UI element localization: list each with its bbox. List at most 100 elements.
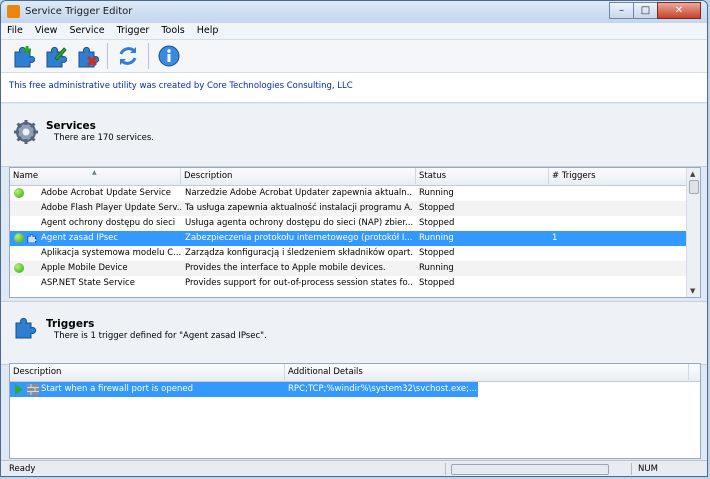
service-status: Running [419,263,454,273]
triggers-puzzle-icon [15,317,37,339]
column-additional-details[interactable]: Additional Details [285,364,689,380]
menu-view[interactable]: View [29,23,64,39]
menu-help[interactable]: Help [191,23,225,39]
scroll-thumb[interactable] [689,180,699,194]
service-trigger-count [552,216,682,231]
table-row[interactable]: Agent ochrony dostępu do sieci Usługa age… [10,216,688,231]
menu-bar: File View Service Trigger Tools Help [1,23,707,39]
table-row[interactable]: Adobe Flash Player Update Serv... Ta usłu… [10,201,688,216]
triggers-title: Triggers [46,318,95,330]
play-icon [15,384,23,395]
service-trigger-count: 1 [552,233,558,243]
service-description: Provides the interface to Apple mobile d… [185,263,386,273]
services-header: Services There are 170 services. [1,104,707,167]
info-icon [158,45,180,67]
table-row[interactable]: Apple Mobile Device Provides the interfac… [10,261,688,276]
service-trigger-count [552,201,682,216]
running-status-icon [14,233,24,243]
service-description: Narzedzie Adobe Acrobat Updater zapewnia… [185,188,413,198]
service-trigger-count [552,186,682,201]
app-window: Service Trigger Editor – □ ✕ File View S… [0,0,708,477]
service-status: Stopped [419,278,455,288]
service-description: Zarządza konfiguracją i śledzeniem skład… [185,248,413,258]
delete-trigger-button[interactable] [73,42,101,70]
maximize-button[interactable]: □ [633,2,658,19]
scroll-up-icon[interactable]: ▲ [690,170,695,178]
status-bar: Ready NUM [1,460,707,476]
status-text: Ready [9,464,36,474]
title-bar[interactable]: Service Trigger Editor – □ ✕ [1,1,707,23]
service-status: Stopped [419,203,455,213]
service-status: Stopped [419,248,455,258]
add-trigger-icon [14,46,35,68]
minimize-button[interactable]: – [609,2,634,19]
service-description: Zabezpieczenia protokołu internetowego (… [185,233,413,243]
menu-file[interactable]: File [1,23,29,39]
refresh-icon [119,47,137,65]
services-count: There are 170 services. [54,133,154,143]
table-row[interactable]: ASP.NET State Service Provides support fo… [10,276,688,291]
services-column-header: Name ▲ Description Status # Triggers [10,168,700,186]
menu-trigger[interactable]: Trigger [111,23,156,39]
service-status: Running [419,233,454,243]
toolbar-separator [148,43,149,69]
menu-service[interactable]: Service [63,23,110,39]
service-description: Provides support for out-of-process sess… [185,278,413,288]
scroll-down-icon[interactable]: ▼ [690,287,695,295]
add-trigger-button[interactable] [9,42,37,70]
column-status[interactable]: Status [416,168,549,184]
services-table: Name ▲ Description Status # Triggers Ado… [9,167,701,298]
service-name: Agent zasad IPsec [41,233,119,243]
refresh-button[interactable] [114,42,142,70]
column-name[interactable]: Name ▲ [10,168,181,184]
service-name: Apple Mobile Device [41,263,128,273]
running-status-icon [14,263,24,273]
triggers-header: Triggers There is 1 trigger defined for … [1,301,707,365]
triggers-table: Description Additional Details Start whe… [9,363,701,459]
sort-ascending-icon: ▲ [92,169,97,176]
trigger-details: RPC;TCP;%windir%\system32\svchost.exe;..… [288,384,478,394]
column-triggers[interactable]: # Triggers [549,168,689,184]
service-status: Stopped [419,218,455,228]
service-name: Adobe Acrobat Update Service [41,188,171,198]
column-trigger-description[interactable]: Description [10,364,285,380]
trigger-description: Start when a firewall port is opened [41,384,193,394]
service-name: Agent ochrony dostępu do sieci [41,218,176,228]
service-trigger-count [552,246,682,261]
delete-trigger-icon [78,46,99,68]
table-row[interactable]: Agent zasad IPsec Zabezpieczenia protokoł… [10,231,688,246]
services-title: Services [46,120,96,132]
table-row[interactable]: Adobe Acrobat Update Service Narzedzie Ad… [10,186,688,201]
num-lock-indicator: NUM [638,464,658,474]
trigger-puzzle-icon [27,234,37,243]
service-name: Aplikacja systemowa modelu C... [41,248,181,258]
window-title: Service Trigger Editor [25,6,133,17]
services-scrollbar[interactable]: ▲ ▼ [686,168,700,297]
running-status-icon [14,188,24,198]
table-row[interactable]: Aplikacja systemowa modelu C... Zarządza … [10,246,688,261]
credit-link[interactable]: This free administrative utility was cre… [1,73,707,103]
services-gear-icon [14,120,38,144]
edit-trigger-button[interactable] [41,42,69,70]
triggers-count: There is 1 trigger defined for "Agent za… [54,331,267,341]
edit-trigger-icon [46,46,67,68]
column-description[interactable]: Description [181,168,416,184]
triggers-column-header: Description Additional Details [10,364,700,382]
toolbar [1,39,707,73]
toolbar-separator [107,43,108,69]
service-name: ASP.NET State Service [41,278,135,288]
service-status: Running [419,188,454,198]
status-divider [631,463,632,475]
service-description: Usługa agenta ochrony dostępu do sieci (… [185,218,413,228]
service-description: Ta usługa zapewnia aktualność instalacji… [185,203,413,213]
firewall-icon [27,384,39,395]
trigger-row[interactable]: Start when a firewall port is opened RPC… [10,382,478,397]
status-divider [445,463,446,475]
menu-tools[interactable]: Tools [155,23,190,39]
about-button[interactable] [155,42,183,70]
app-icon [7,5,20,18]
progress-bar [451,464,609,475]
service-trigger-count [552,261,682,276]
service-trigger-count [552,276,682,291]
close-button[interactable]: ✕ [657,2,701,19]
